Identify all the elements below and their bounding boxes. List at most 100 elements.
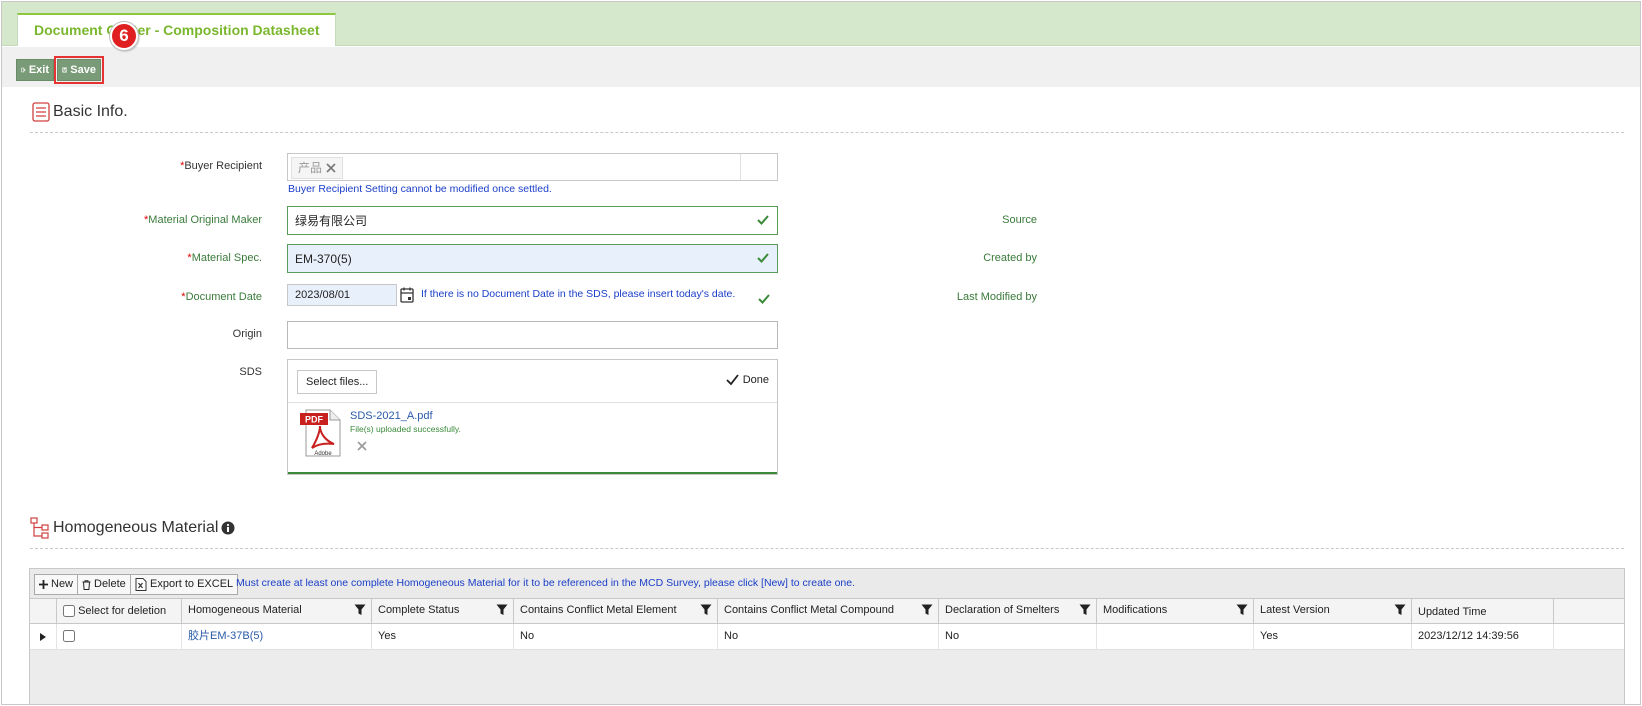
field-divider	[740, 154, 741, 180]
maker-input[interactable]: 绿易有限公司	[287, 206, 778, 235]
toolbar: Exit Save	[2, 47, 1640, 87]
excel-icon	[135, 578, 147, 591]
tab-composition-datasheet[interactable]: Document Center - Composition Datasheet	[17, 13, 337, 46]
homogeneous-material-title: Homogeneous Material	[53, 519, 219, 536]
header-conflict-metal-compound[interactable]: Contains Conflict Metal Compound	[718, 599, 939, 624]
row-conflict-element: No	[514, 624, 718, 650]
spec-value: EM-370(5)	[295, 252, 352, 266]
origin-label: Origin	[232, 328, 262, 340]
basic-info-header: Basic Info.	[32, 102, 128, 122]
tree-icon	[30, 517, 49, 539]
save-button[interactable]: Save	[54, 56, 104, 84]
pdf-brand-text: Adobe	[314, 451, 332, 457]
upload-progress-bar	[288, 472, 777, 474]
select-files-button[interactable]: Select files...	[297, 370, 378, 394]
sds-upload[interactable]: Select files... Done PDF Adobe SDS-2021_…	[287, 359, 778, 475]
done-label: Done	[742, 374, 769, 386]
row-latest-version: Yes	[1254, 624, 1412, 650]
filter-icon[interactable]	[354, 604, 366, 616]
filter-icon[interactable]	[1079, 604, 1091, 616]
row-material-link[interactable]: 胶片EM-37B(5)	[182, 624, 372, 650]
delete-label: Delete	[94, 578, 126, 590]
tab-strip: Document Center - Composition Datasheet	[2, 2, 1640, 46]
last-modified-by-label: Last Modified by	[956, 291, 1037, 303]
spec-input[interactable]: EM-370(5)	[287, 244, 778, 273]
row-select-checkbox[interactable]	[63, 630, 75, 643]
header-latest-version[interactable]: Latest Version	[1254, 599, 1412, 624]
origin-input[interactable]	[287, 321, 778, 349]
grid-toolbar: New Delete Export to EXCEL Must create a…	[30, 569, 1624, 599]
filter-icon[interactable]	[1236, 604, 1248, 616]
check-icon	[757, 253, 769, 263]
step-badge: 6	[110, 22, 138, 50]
exit-label: Exit	[28, 64, 49, 76]
document-date-label: *Document Date	[181, 291, 262, 303]
trash-icon	[82, 579, 91, 590]
filter-icon[interactable]	[921, 604, 933, 616]
row-expand[interactable]	[30, 624, 57, 650]
check-icon	[726, 374, 739, 386]
uploaded-file-name[interactable]: SDS-2021_A.pdf	[350, 410, 433, 422]
new-label: New	[51, 578, 74, 590]
delete-button[interactable]: Delete	[77, 574, 131, 595]
check-icon	[758, 294, 770, 304]
new-button[interactable]: New	[34, 574, 79, 595]
exit-button[interactable]: Exit	[16, 59, 54, 81]
buyer-recipient-hint: Buyer Recipient Setting cannot be modifi…	[288, 183, 552, 195]
header-select-for-deletion: Select for deletion	[57, 599, 182, 624]
sds-label: SDS	[239, 366, 262, 378]
buyer-chip-label: 产品	[298, 161, 323, 175]
upload-separator	[288, 402, 777, 403]
exit-icon	[21, 67, 26, 73]
remove-file-icon[interactable]	[357, 441, 367, 451]
row-modifications	[1097, 624, 1254, 650]
plus-icon	[39, 580, 48, 589]
header-homogeneous-material[interactable]: Homogeneous Material	[182, 599, 372, 624]
document-date-input[interactable]: 2023/08/01	[287, 284, 397, 306]
filter-icon[interactable]	[496, 604, 508, 616]
header-updated-time[interactable]: Updated Time	[1412, 599, 1554, 624]
document-date-hint: If there is no Document Date in the SDS,…	[421, 288, 736, 300]
homogeneous-divider	[30, 548, 1624, 549]
spec-label: *Material Spec.	[187, 252, 262, 264]
header-modifications[interactable]: Modifications	[1097, 599, 1254, 624]
table-row[interactable]: 胶片EM-37B(5) Yes No No No Yes 2023/12/12 …	[30, 624, 1624, 650]
row-updated-time: 2023/12/12 14:39:56	[1412, 624, 1554, 650]
list-icon	[32, 102, 50, 122]
check-icon	[757, 215, 769, 225]
basic-info-divider	[30, 132, 1624, 133]
grid-hint: Must create at least one complete Homoge…	[236, 577, 856, 589]
header-complete-status[interactable]: Complete Status	[372, 599, 514, 624]
header-conflict-metal-element[interactable]: Contains Conflict Metal Element	[514, 599, 718, 624]
info-icon[interactable]	[221, 521, 235, 535]
maker-value: 绿易有限公司	[295, 214, 368, 228]
save-label: Save	[70, 64, 96, 76]
created-by-label: Created by	[983, 252, 1037, 264]
expand-arrow-icon[interactable]	[40, 633, 46, 641]
save-icon	[62, 67, 68, 73]
uploaded-file-status: File(s) uploaded successfully.	[350, 424, 461, 434]
close-icon[interactable]	[326, 163, 336, 173]
buyer-recipient-field[interactable]: 产品	[287, 153, 778, 181]
row-conflict-compound: No	[718, 624, 939, 650]
calendar-icon[interactable]	[400, 287, 414, 303]
export-excel-button[interactable]: Export to EXCEL	[130, 574, 239, 595]
select-all-checkbox[interactable]	[63, 605, 75, 618]
document-date-value: 2023/08/01	[295, 289, 351, 301]
buyer-recipient-chip[interactable]: 产品	[291, 157, 344, 179]
row-select-cell	[57, 624, 182, 650]
header-expand	[30, 599, 57, 624]
maker-label: *Material Original Maker	[144, 214, 262, 226]
pdf-file-icon: PDF Adobe	[300, 409, 341, 457]
filter-icon[interactable]	[700, 604, 712, 616]
homogeneous-material-grid: New Delete Export to EXCEL Must create a…	[29, 568, 1625, 704]
header-declaration-of-smelters[interactable]: Declaration of Smelters	[939, 599, 1097, 624]
export-label: Export to EXCEL	[150, 578, 234, 590]
basic-info-title: Basic Info.	[53, 103, 128, 120]
source-label: Source	[1002, 214, 1037, 226]
page-frame: Document Center - Composition Datasheet …	[1, 1, 1641, 705]
grid-header: Select for deletion Homogeneous Material…	[30, 599, 1624, 624]
filter-icon[interactable]	[1394, 604, 1406, 616]
buyer-recipient-label: *Buyer Recipient	[180, 160, 262, 172]
row-smelters: No	[939, 624, 1097, 650]
